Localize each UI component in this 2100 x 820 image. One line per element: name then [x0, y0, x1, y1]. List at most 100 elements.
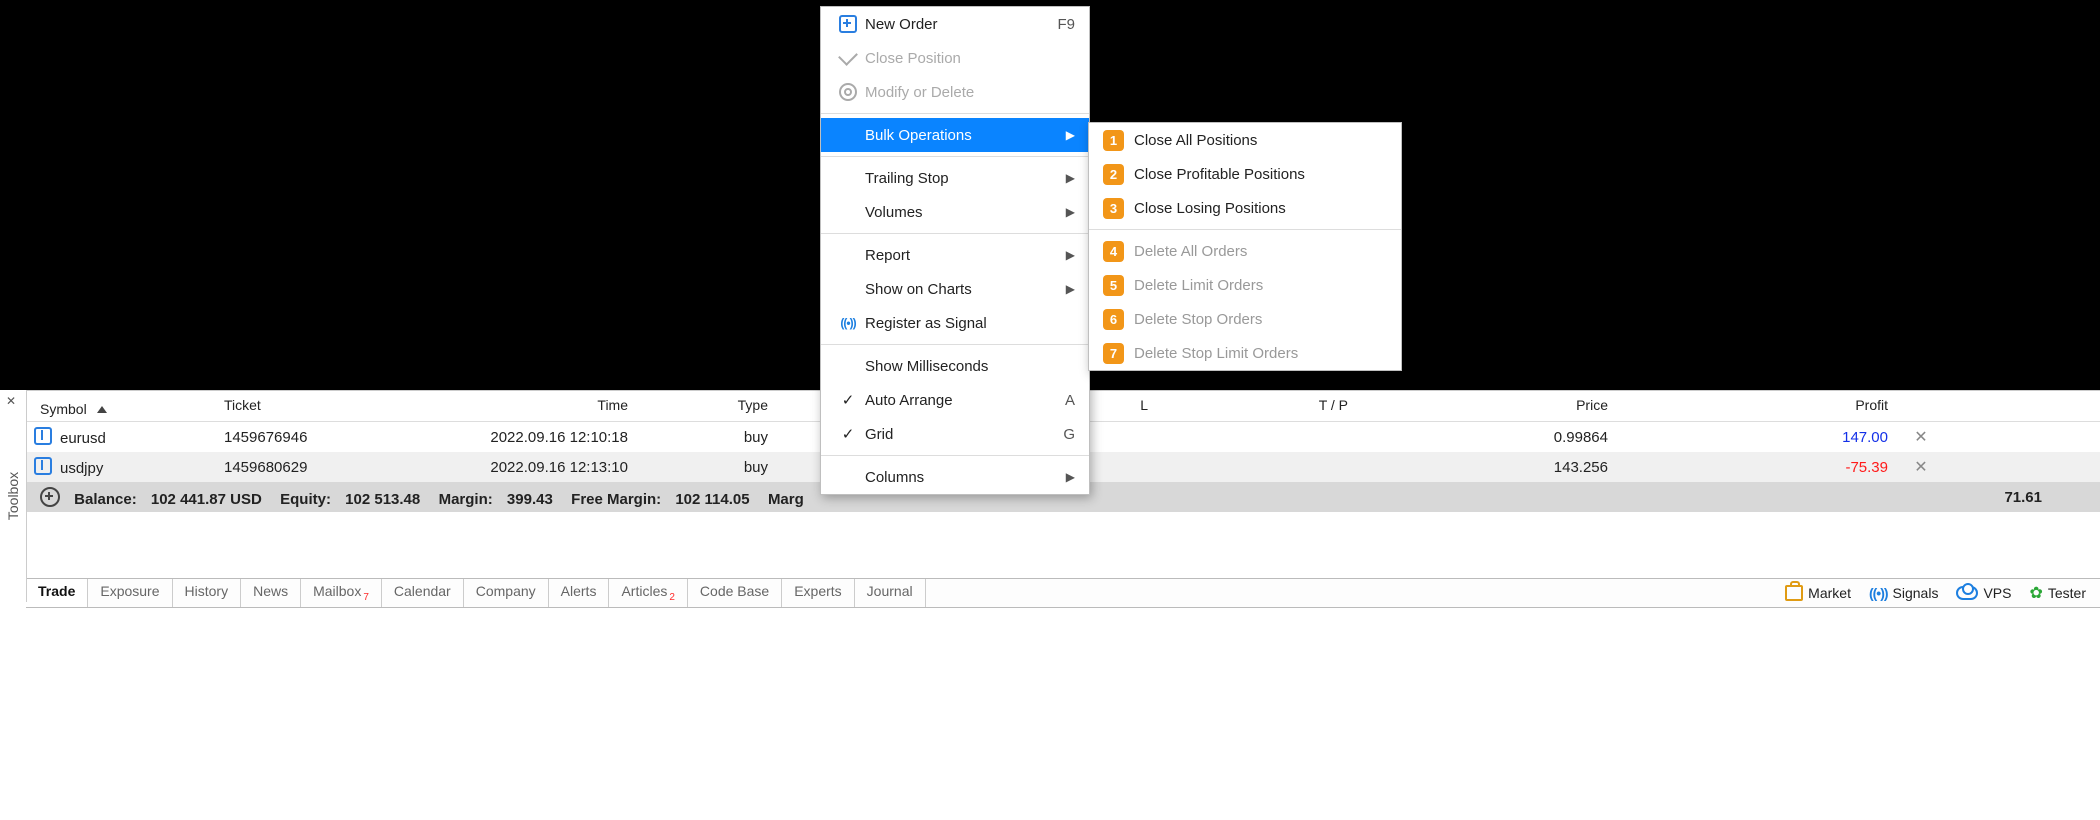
menu-separator [1089, 229, 1401, 230]
header-price[interactable]: Price [1356, 391, 1616, 421]
time-cell: 2022.09.16 12:13:10 [376, 459, 636, 476]
close-x-icon: ✕ [1914, 459, 1927, 476]
submenu-close-profitable-positions[interactable]: 2 Close Profitable Positions [1089, 157, 1401, 191]
type-cell: buy [636, 459, 776, 476]
number-chip-icon: 7 [1103, 343, 1124, 364]
profit-cell: -75.39 [1616, 459, 1896, 476]
time-cell: 2022.09.16 12:10:18 [376, 429, 636, 446]
tab-journal[interactable]: Journal [855, 579, 926, 607]
checkmark-icon: ✓ [842, 391, 855, 409]
submenu-delete-limit-orders[interactable]: 5 Delete Limit Orders [1089, 268, 1401, 302]
header-time[interactable]: Time [376, 391, 636, 421]
status-signals[interactable]: ((•))Signals [1869, 585, 1938, 601]
toolbox-tabbar: Trade Exposure History News Mailbox7 Cal… [26, 578, 2100, 608]
menu-separator [821, 156, 1089, 157]
bulk-operations-submenu: 1 Close All Positions 2 Close Profitable… [1088, 122, 1402, 371]
menu-separator [821, 233, 1089, 234]
submenu-delete-stop-limit-orders[interactable]: 7 Delete Stop Limit Orders [1089, 336, 1401, 370]
menu-grid[interactable]: ✓ Grid G [821, 417, 1089, 451]
menu-close-position: Close Position [821, 41, 1089, 75]
check-icon [838, 46, 858, 66]
number-chip-icon: 3 [1103, 198, 1124, 219]
menu-separator [821, 113, 1089, 114]
close-position-button[interactable]: ✕ [1896, 427, 1946, 447]
type-cell: buy [636, 429, 776, 446]
ticket-cell: 1459680629 [216, 459, 376, 476]
submenu-arrow-icon: ▶ [1066, 248, 1075, 262]
status-tester[interactable]: ✿Tester [2029, 583, 2086, 603]
menu-show-on-charts[interactable]: Show on Charts ▶ [821, 272, 1089, 306]
submenu-delete-stop-orders[interactable]: 6 Delete Stop Orders [1089, 302, 1401, 336]
number-chip-icon: 2 [1103, 164, 1124, 185]
toolbox-vertical-tab[interactable]: Toolbox [0, 390, 27, 602]
signals-icon: ((•)) [1869, 585, 1888, 601]
submenu-arrow-icon: ▶ [1066, 282, 1075, 296]
toolbox-label: Toolbox [5, 472, 21, 520]
profit-cell: 147.00 [1616, 429, 1896, 446]
price-cell: 0.99864 [1356, 429, 1616, 446]
symbol-cell: usdjpy [26, 457, 216, 477]
status-right: Market ((•))Signals VPS ✿Tester [1771, 579, 2100, 607]
ticket-cell: 1459676946 [216, 429, 376, 446]
close-position-button[interactable]: ✕ [1896, 457, 1946, 477]
expand-icon[interactable] [40, 487, 60, 507]
tab-articles[interactable]: Articles2 [609, 579, 687, 607]
symbol-cell: eurusd [26, 427, 216, 447]
menu-separator [821, 455, 1089, 456]
status-market[interactable]: Market [1785, 585, 1851, 601]
badge: 2 [669, 592, 675, 603]
tab-exposure[interactable]: Exposure [88, 579, 172, 607]
signals-icon: ((•)) [840, 316, 855, 330]
number-chip-icon: 6 [1103, 309, 1124, 330]
submenu-arrow-icon: ▶ [1066, 205, 1075, 219]
header-tp[interactable]: T / P [1156, 391, 1356, 421]
gear-icon [839, 83, 857, 101]
menu-register-signal[interactable]: ((•)) Register as Signal [821, 306, 1089, 340]
menu-report[interactable]: Report ▶ [821, 238, 1089, 272]
submenu-delete-all-orders[interactable]: 4 Delete All Orders [1089, 234, 1401, 268]
tab-company[interactable]: Company [464, 579, 549, 607]
submenu-arrow-icon: ▶ [1066, 128, 1075, 142]
menu-trailing-stop[interactable]: Trailing Stop ▶ [821, 161, 1089, 195]
gear-check-icon: ✿ [2029, 583, 2042, 603]
cloud-icon [1956, 586, 1978, 600]
tab-mailbox[interactable]: Mailbox7 [301, 579, 382, 607]
submenu-close-losing-positions[interactable]: 3 Close Losing Positions [1089, 191, 1401, 225]
menu-show-milliseconds[interactable]: Show Milliseconds [821, 349, 1089, 383]
header-profit[interactable]: Profit [1616, 391, 1896, 421]
header-type[interactable]: Type [636, 391, 776, 421]
menu-auto-arrange[interactable]: ✓ Auto Arrange A [821, 383, 1089, 417]
summary-profit: 71.61 [2004, 489, 2100, 506]
menu-columns[interactable]: Columns ▶ [821, 460, 1089, 494]
badge: 7 [363, 592, 369, 603]
tab-experts[interactable]: Experts [782, 579, 854, 607]
tab-news[interactable]: News [241, 579, 301, 607]
menu-separator [821, 344, 1089, 345]
number-chip-icon: 1 [1103, 130, 1124, 151]
summary-text: Balance: 102 441.87 USD Equity: 102 513.… [26, 487, 814, 508]
tab-calendar[interactable]: Calendar [382, 579, 464, 607]
menu-new-order[interactable]: New Order F9 [821, 7, 1089, 41]
tab-codebase[interactable]: Code Base [688, 579, 782, 607]
number-chip-icon: 4 [1103, 241, 1124, 262]
symbol-icon [34, 457, 52, 475]
sort-ascending-icon [97, 406, 107, 413]
submenu-close-all-positions[interactable]: 1 Close All Positions [1089, 123, 1401, 157]
context-menu: New Order F9 Close Position Modify or De… [820, 6, 1090, 495]
tab-history[interactable]: History [173, 579, 242, 607]
tab-alerts[interactable]: Alerts [549, 579, 610, 607]
price-cell: 143.256 [1356, 459, 1616, 476]
checkmark-icon: ✓ [842, 425, 855, 443]
menu-modify-delete: Modify or Delete [821, 75, 1089, 109]
close-x-icon: ✕ [1914, 429, 1927, 446]
menu-volumes[interactable]: Volumes ▶ [821, 195, 1089, 229]
tab-trade[interactable]: Trade [26, 579, 88, 607]
new-order-icon [839, 15, 857, 33]
symbol-icon [34, 427, 52, 445]
header-ticket[interactable]: Ticket [216, 391, 376, 421]
number-chip-icon: 5 [1103, 275, 1124, 296]
menu-bulk-operations[interactable]: Bulk Operations ▶ [821, 118, 1089, 152]
submenu-arrow-icon: ▶ [1066, 171, 1075, 185]
status-vps[interactable]: VPS [1956, 585, 2011, 601]
header-symbol[interactable]: Symbol [26, 391, 216, 421]
